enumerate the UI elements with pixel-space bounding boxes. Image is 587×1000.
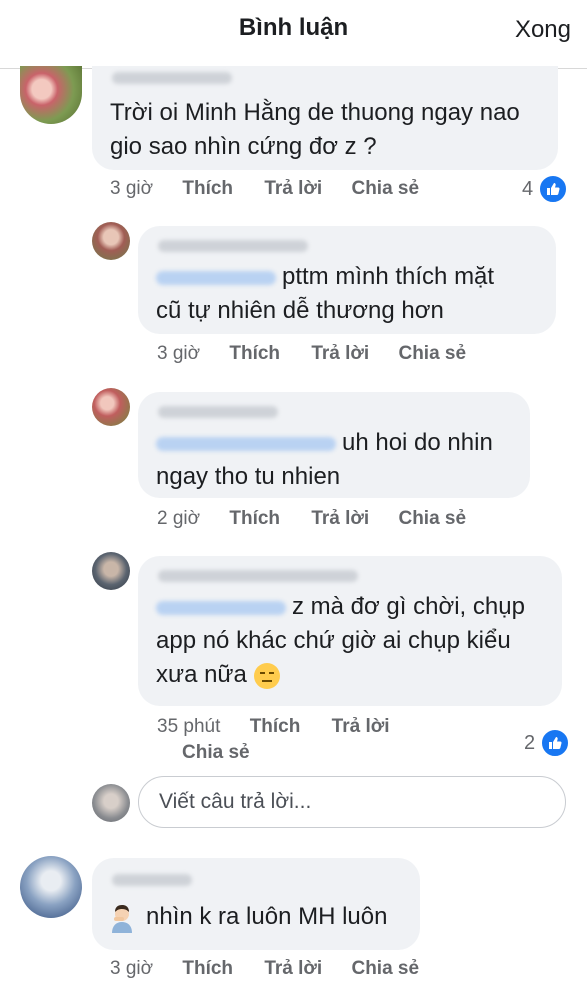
commenter-name[interactable] (112, 874, 192, 886)
comment-text: uh hoi do nhin ngay tho tu nhien (156, 429, 493, 490)
reply-button[interactable]: Trả lời (264, 958, 322, 980)
mention-tag[interactable] (156, 270, 276, 285)
comment-time: 2 giờ (157, 508, 201, 529)
like-count[interactable]: 2 (524, 728, 571, 758)
avatar[interactable] (20, 66, 82, 124)
like-button[interactable]: Thích (182, 178, 233, 200)
mention-tag[interactable] (156, 600, 286, 615)
comment-bubble: z mà đơ gì chời, chụp app nó khác chứ gi… (138, 556, 562, 706)
expressionless-face-icon (253, 662, 280, 689)
page-title: Bình luận (238, 14, 349, 41)
done-button[interactable]: Xong (515, 16, 571, 44)
commenter-name[interactable] (158, 570, 358, 582)
reply-button[interactable]: Trả lời (311, 508, 369, 530)
comment-actions: 35 phút Thích Trả lời (157, 716, 390, 738)
avatar[interactable] (20, 856, 82, 918)
comment-bubble: nhìn k ra luôn MH luôn (92, 858, 420, 950)
comment-text: pttm mình thích mặt cũ tự nhiên dễ thươn… (156, 263, 495, 324)
comment-text: nhìn k ra luôn MH luôn (108, 900, 418, 934)
comment-bubble: pttm mình thích mặt cũ tự nhiên dễ thươn… (138, 226, 556, 334)
share-button[interactable]: Chia sẻ (398, 343, 466, 365)
like-button[interactable]: Thích (229, 508, 280, 530)
header: Bình luận Xong (0, 0, 587, 69)
avatar (92, 784, 130, 822)
share-button[interactable]: Chia sẻ (351, 178, 419, 200)
man-facepalm-icon (108, 903, 136, 933)
share-button[interactable]: Chia sẻ (351, 958, 419, 980)
comment-time: 3 giờ (110, 178, 154, 199)
comment-bubble: uh hoi do nhin ngay tho tu nhien (138, 392, 530, 498)
comment-actions: 2 giờ Thích Trả lời Chia sẻ (157, 508, 466, 530)
commenter-name[interactable] (158, 406, 278, 418)
like-button[interactable]: Thích (182, 958, 233, 980)
reply-button[interactable]: Trả lời (332, 716, 390, 738)
avatar[interactable] (92, 222, 130, 260)
comment-text: Trời oi Minh Hằng de thuong ngay nao gio… (110, 99, 520, 160)
commenter-name[interactable] (158, 240, 308, 252)
share-button[interactable]: Chia sẻ (182, 742, 250, 764)
comment-actions: 3 giờ Thích Trả lời Chia sẻ (157, 343, 466, 365)
thumbs-up-icon (540, 728, 571, 758)
like-button[interactable]: Thích (250, 716, 301, 738)
thumbs-up-icon (538, 174, 569, 204)
avatar[interactable] (92, 552, 130, 590)
like-button[interactable]: Thích (229, 343, 280, 365)
like-count[interactable]: 4 (522, 174, 569, 204)
comment-text: z mà đơ gì chời, chụp app nó khác chứ gi… (156, 593, 525, 689)
comment-actions: 3 giờ Thích Trả lời Chia sẻ (110, 178, 419, 200)
avatar[interactable] (92, 388, 130, 426)
comment-bubble: Trời oi Minh Hằng de thuong ngay nao gio… (92, 66, 558, 170)
reply-input-box[interactable] (138, 776, 566, 828)
comment-actions: 3 giờ Thích Trả lời Chia sẻ (110, 958, 419, 980)
comment-time: 3 giờ (157, 343, 201, 364)
reply-button[interactable]: Trả lời (311, 343, 369, 365)
share-button[interactable]: Chia sẻ (398, 508, 466, 530)
comment-actions-wrap: Chia sẻ (182, 742, 250, 764)
comment-time: 35 phút (157, 716, 221, 737)
reply-input[interactable] (157, 789, 541, 815)
comment-time: 3 giờ (110, 958, 154, 979)
reply-button[interactable]: Trả lời (264, 178, 322, 200)
commenter-name[interactable] (112, 72, 232, 84)
mention-tag[interactable] (156, 436, 336, 451)
